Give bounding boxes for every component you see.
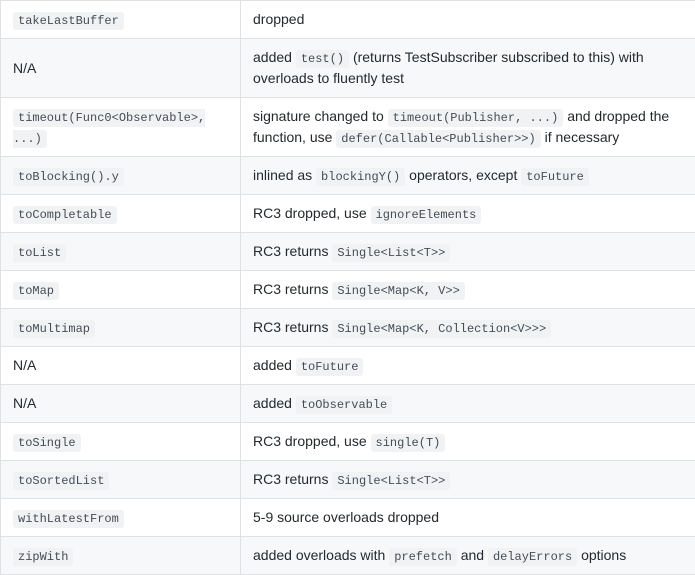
code-cell: toSortedList [13, 472, 109, 490]
api-changes-table: takeLastBuffer dropped N/A added test() … [0, 0, 695, 575]
code-inline: ignoreElements [371, 206, 482, 224]
na-text: N/A [13, 395, 36, 411]
desc-text: dropped [253, 11, 304, 27]
desc-text: RC3 returns [253, 281, 328, 297]
desc-text: options [581, 547, 626, 563]
table-row: toSortedList RC3 returns Single<List<T>> [1, 461, 695, 499]
code-cell: toCompletable [13, 206, 117, 224]
code-inline: Single<Map<K, Collection<V>>> [332, 320, 551, 338]
desc-text: added [253, 49, 292, 65]
code-cell: withLatestFrom [13, 510, 124, 528]
table-row: zipWith added overloads with prefetch an… [1, 537, 695, 575]
table-row: takeLastBuffer dropped [1, 1, 695, 39]
desc-text: signature changed to [253, 108, 384, 124]
table-row: toMap RC3 returns Single<Map<K, V>> [1, 271, 695, 309]
code-inline: timeout(Publisher, ...) [388, 109, 564, 127]
desc-text: 5-9 source overloads dropped [253, 509, 439, 525]
code-cell: timeout(Func0<Observable>, ...) [13, 109, 205, 148]
desc-text: inlined as [253, 167, 312, 183]
code-inline: toFuture [521, 168, 589, 186]
code-inline: Single<List<T>> [332, 472, 450, 490]
code-inline: delayErrors [488, 548, 577, 566]
code-cell: toBlocking().y [13, 168, 124, 186]
table-row: toSingle RC3 dropped, use single(T) [1, 423, 695, 461]
na-text: N/A [13, 60, 36, 76]
desc-text: added overloads with [253, 547, 385, 563]
code-inline: toFuture [296, 358, 364, 376]
code-cell: toMap [13, 282, 59, 300]
code-inline: test() [296, 50, 349, 68]
table-row: withLatestFrom 5-9 source overloads drop… [1, 499, 695, 537]
table-row: N/A added test() (returns TestSubscriber… [1, 39, 695, 98]
code-inline: single(T) [371, 434, 446, 452]
desc-text: RC3 returns [253, 319, 328, 335]
code-inline: prefetch [389, 548, 457, 566]
desc-text: RC3 returns [253, 471, 328, 487]
code-inline: Single<Map<K, V>> [332, 282, 464, 300]
code-inline: toObservable [296, 396, 392, 414]
table-row: toCompletable RC3 dropped, use ignoreEle… [1, 195, 695, 233]
desc-text: and [461, 547, 484, 563]
table-row: toBlocking().y inlined as blockingY() op… [1, 157, 695, 195]
code-cell: toMultimap [13, 320, 95, 338]
code-cell: toList [13, 244, 66, 262]
desc-text: if necessary [545, 129, 620, 145]
table-row: timeout(Func0<Observable>, ...) signatur… [1, 98, 695, 157]
table-row: toList RC3 returns Single<List<T>> [1, 233, 695, 271]
code-cell: toSingle [13, 434, 81, 452]
desc-text: added [253, 395, 292, 411]
table-row: toMultimap RC3 returns Single<Map<K, Col… [1, 309, 695, 347]
code-inline: blockingY() [316, 168, 405, 186]
na-text: N/A [13, 357, 36, 373]
desc-text: RC3 dropped, use [253, 205, 367, 221]
code-cell: takeLastBuffer [13, 12, 124, 30]
table-row: N/A added toObservable [1, 385, 695, 423]
desc-text: RC3 dropped, use [253, 433, 367, 449]
code-inline: defer(Callable<Publisher>>) [336, 130, 540, 148]
code-cell: zipWith [13, 548, 73, 566]
table-row: N/A added toFuture [1, 347, 695, 385]
desc-text: added [253, 357, 292, 373]
desc-text: operators, except [409, 167, 517, 183]
desc-text: RC3 returns [253, 243, 328, 259]
code-inline: Single<List<T>> [332, 244, 450, 262]
